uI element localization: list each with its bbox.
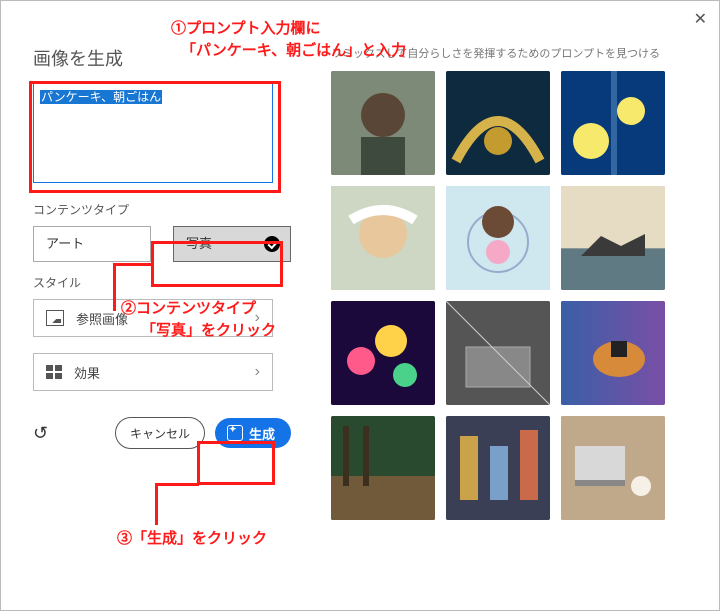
reference-image-icon (46, 310, 64, 326)
sample-thumb[interactable] (446, 301, 550, 405)
reset-icon[interactable]: ↺ (33, 423, 48, 444)
dialog-window: ✕ 画像を生成 パンケーキ、朝ごはん コンテンツタイプ アート 写真 スタイル … (0, 0, 720, 611)
close-icon[interactable]: ✕ (694, 9, 707, 29)
sample-thumb[interactable] (446, 71, 550, 175)
cancel-label: キャンセル (130, 425, 190, 442)
prompt-value: パンケーキ、朝ごはん (40, 90, 162, 104)
sample-thumb[interactable] (561, 71, 665, 175)
generate-button[interactable]: 生成 (215, 418, 291, 448)
style-label: スタイル (33, 274, 291, 291)
annotation-3-connector (155, 483, 158, 525)
check-icon (264, 236, 280, 252)
right-panel: リミックスして自分らしさを発揮するためのプロンプトを見つける (331, 45, 691, 590)
panel-title: 画像を生成 (33, 45, 291, 71)
annotation-3-connector (155, 483, 199, 486)
sample-thumb[interactable] (446, 186, 550, 290)
annotation-3: ③「生成」をクリック (117, 527, 267, 548)
prompt-input[interactable]: パンケーキ、朝ごはん (33, 83, 273, 183)
content-type-row: アート 写真 (33, 226, 291, 262)
reference-image-label: 参照画像 (76, 309, 128, 328)
generate-icon (227, 425, 243, 441)
effects-button[interactable]: 効果 › (33, 353, 273, 391)
sample-thumb[interactable] (331, 186, 435, 290)
action-row: ↺ キャンセル 生成 (33, 417, 291, 449)
chevron-right-icon: › (255, 363, 260, 381)
sample-thumb[interactable] (561, 416, 665, 520)
chevron-right-icon: › (255, 309, 260, 327)
sample-thumb[interactable] (561, 186, 665, 290)
sample-thumb[interactable] (331, 301, 435, 405)
effects-icon (46, 365, 62, 379)
cancel-button[interactable]: キャンセル (115, 417, 205, 449)
effects-label: 効果 (74, 363, 100, 382)
sample-thumb[interactable] (446, 416, 550, 520)
sample-thumb[interactable] (331, 71, 435, 175)
type-photo-button[interactable]: 写真 (173, 226, 291, 262)
generate-label: 生成 (249, 424, 275, 443)
type-art-button[interactable]: アート (33, 226, 151, 262)
left-panel: 画像を生成 パンケーキ、朝ごはん コンテンツタイプ アート 写真 スタイル 参照… (33, 45, 291, 449)
sample-thumb[interactable] (561, 301, 665, 405)
sample-thumb[interactable] (331, 416, 435, 520)
type-art-label: アート (46, 236, 84, 251)
content-type-label: コンテンツタイプ (33, 201, 291, 218)
annotation-1-line1: ①プロンプト入力欄に (171, 17, 321, 38)
gallery-subtitle: リミックスして自分らしさを発揮するためのプロンプトを見つける (331, 45, 691, 61)
sample-gallery (331, 71, 691, 571)
type-photo-label: 写真 (186, 236, 212, 251)
reference-image-button[interactable]: 参照画像 › (33, 299, 273, 337)
